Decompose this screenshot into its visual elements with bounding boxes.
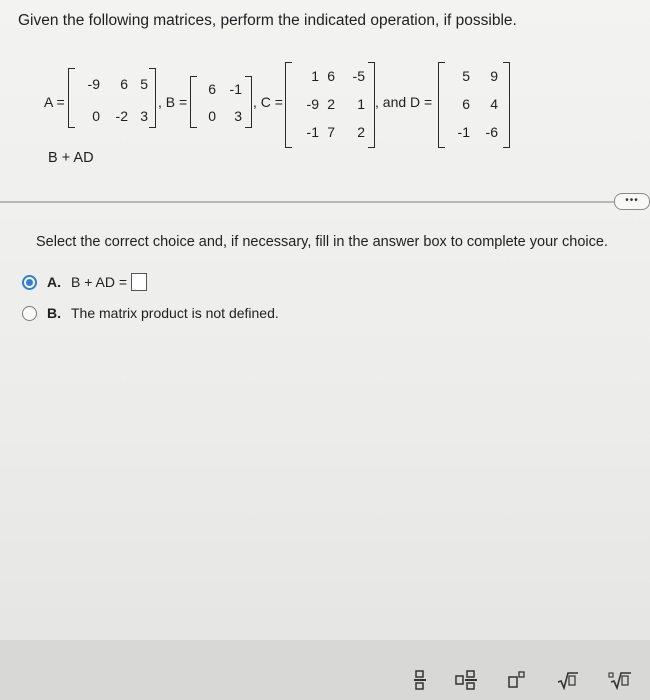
math-input-toolbar: [0, 640, 650, 700]
question-page: Given the following matrices, perform th…: [0, 0, 650, 700]
choice-a-radio[interactable]: [22, 274, 37, 290]
matrix-c-label: , C =: [253, 94, 283, 110]
matrix-cell: 0: [208, 108, 216, 124]
choice-a-text: B + AD =: [71, 274, 128, 290]
mixed-number-icon[interactable]: [455, 668, 479, 692]
matrix-cell: -6: [485, 124, 498, 140]
matrix-cell: 5: [462, 68, 470, 84]
matrix-cell: -5: [352, 68, 365, 84]
choice-b-text: The matrix product is not defined.: [71, 305, 279, 321]
choice-b-letter: B.: [47, 305, 61, 321]
more-options-button[interactable]: •••: [614, 193, 650, 210]
matrix-a-label: A =: [44, 94, 65, 110]
matrix-cell: -1: [229, 81, 242, 97]
matrix-cell: 0: [92, 108, 100, 124]
square-root-icon[interactable]: [556, 668, 580, 692]
matrix-definitions: A = -9 6 5 0 -2 3 , B = 6 -1 0 3 , C = 1…: [40, 58, 640, 158]
matrix-b: 6 -1 0 3: [190, 76, 252, 128]
matrix-cell: 2: [357, 124, 365, 140]
matrix-cell: 3: [234, 108, 242, 124]
matrix-cell: 5: [140, 76, 148, 92]
choice-b[interactable]: B. The matrix product is not defined.: [22, 305, 279, 321]
matrix-c: 1 6 -5 -9 2 1 -1 7 2: [285, 62, 375, 148]
section-divider: [0, 201, 622, 203]
answer-box[interactable]: [131, 273, 148, 291]
matrix-b-label: , B =: [158, 94, 188, 110]
exponent-icon[interactable]: [505, 668, 529, 692]
choice-a[interactable]: A. B + AD =: [22, 273, 148, 291]
matrix-cell: -9: [87, 76, 100, 92]
matrix-cell: -1: [457, 124, 470, 140]
matrix-a: -9 6 5 0 -2 3: [68, 68, 156, 128]
operation-label: B + AD: [48, 150, 94, 166]
matrix-cell: 7: [327, 124, 335, 140]
matrix-cell: 2: [327, 96, 335, 112]
matrix-cell: 6: [327, 68, 335, 84]
matrix-d-label: , and D =: [375, 94, 433, 110]
matrix-cell: 6: [208, 81, 216, 97]
matrix-cell: 6: [462, 96, 470, 112]
matrix-d: 5 9 6 4 -1 -6: [438, 62, 510, 148]
matrix-cell: 4: [490, 96, 498, 112]
nth-root-icon[interactable]: [608, 668, 632, 692]
matrix-cell: 3: [140, 108, 148, 124]
choice-b-radio[interactable]: [22, 305, 37, 321]
fraction-icon[interactable]: [408, 668, 432, 692]
matrix-cell: 9: [490, 68, 498, 84]
question-prompt: Given the following matrices, perform th…: [18, 12, 517, 29]
instruction-text: Select the correct choice and, if necess…: [36, 234, 608, 250]
choice-a-letter: A.: [47, 274, 61, 290]
matrix-cell: 1: [357, 96, 365, 112]
